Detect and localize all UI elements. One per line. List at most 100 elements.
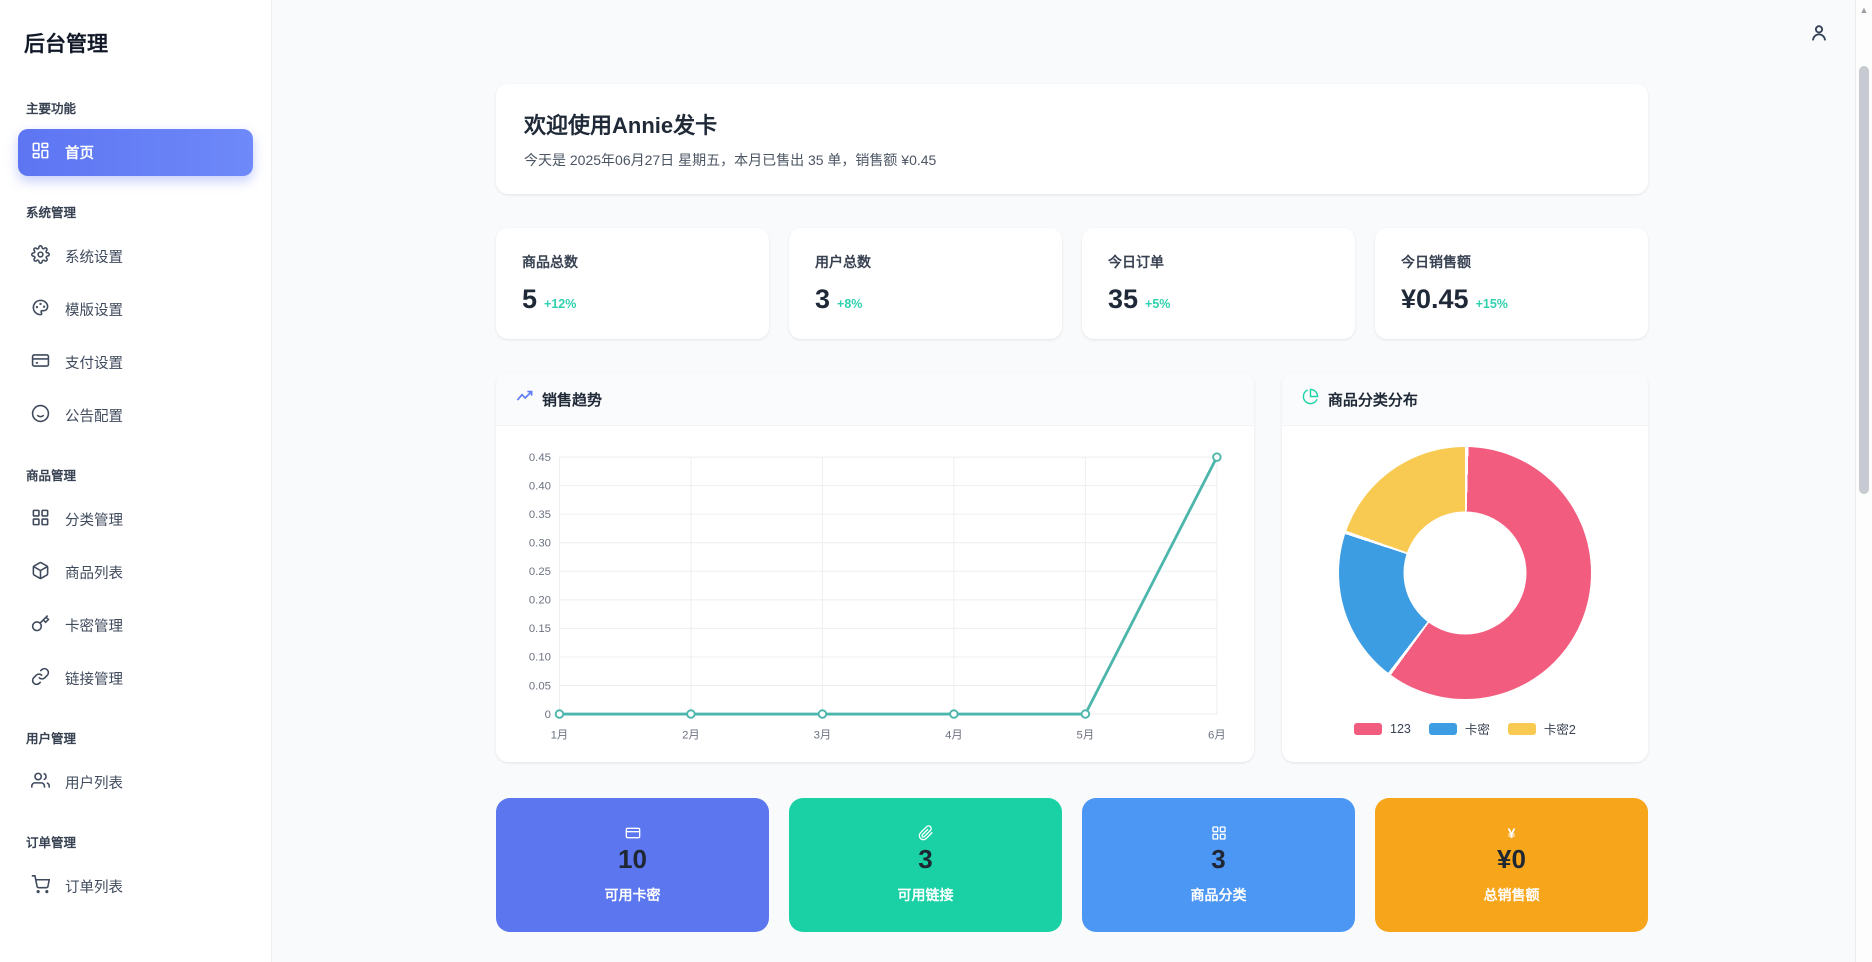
sidebar-item-system-settings[interactable]: 系统设置 [18,233,253,280]
sidebar-item-payment-settings[interactable]: 支付设置 [18,339,253,386]
sidebar-item-label: 系统设置 [65,250,123,266]
stat-card-today-orders: 今日订单 35 +5% [1082,228,1355,339]
svg-text:0.25: 0.25 [529,566,551,578]
stat-label: 用户总数 [815,254,871,270]
legend-swatch [1428,722,1457,735]
svg-text:1月: 1月 [551,730,569,742]
nav-section-label: 主要功能 [26,102,77,116]
key-icon [31,614,50,637]
sidebar-item-user-list[interactable]: 用户列表 [18,759,253,806]
stat-value: ¥0.45 [1401,284,1469,314]
shopping-cart-icon [31,875,51,898]
sidebar-item-label: 公告配置 [65,409,123,425]
svg-text:0.20: 0.20 [529,595,551,607]
nav-section-label: 订单管理 [26,836,77,850]
welcome-title: 欢迎使用Annie发卡 [524,113,718,138]
sales-trend-title: 销售趋势 [542,391,603,409]
sidebar-item-home[interactable]: 首页 [18,129,253,176]
nav-section-label: 商品管理 [26,469,77,483]
quick-stats-row: 10 可用卡密 3 可用链接 3 商品分类 ¥ ¥0 总销售额 [496,797,1648,932]
sales-trend-card: 销售趋势 0 0.05 0.10 0.15 0.20 0.25 0.30 0.35 0.40 0.… [496,373,1254,762]
palette-icon [31,298,50,321]
category-distribution-card: 商品分类分布 123 卡密 卡密2 [1281,373,1648,762]
stat-value: 35 [1108,284,1139,314]
scroll-up-arrow-icon[interactable]: ▲ [1856,5,1872,15]
svg-text:3月: 3月 [814,730,832,742]
quick-value: 3 [918,844,933,875]
nav-section-orders: 订单管理 订单列表 [18,832,253,910]
scrollbar-thumb[interactable] [1859,66,1869,494]
paperclip-icon [918,824,934,842]
gear-icon [31,245,50,268]
sidebar-item-category-management[interactable]: 分类管理 [18,496,253,543]
quick-label: 可用卡密 [604,887,661,904]
users-icon [31,771,50,794]
stat-value: 5 [522,284,538,314]
yen-icon: ¥ [1507,825,1516,842]
stats-row: 商品总数 5 +12% 用户总数 3 +8% 今日订单 35 +5% 今日销售额… [496,228,1648,339]
vertical-scrollbar[interactable]: ▲ [1855,0,1872,962]
quick-card-product-categories[interactable]: 3 商品分类 [1082,797,1355,932]
stat-label: 商品总数 [522,254,578,270]
grid-icon [31,508,50,531]
quick-label: 商品分类 [1190,887,1247,904]
line-chart-svg: 0 0.05 0.10 0.15 0.20 0.25 0.30 0.35 0.40 0.45 1月 2… [529,452,1226,742]
quick-value: 10 [618,844,647,875]
sidebar-item-label: 模版设置 [65,303,123,319]
sales-trend-chart[interactable]: 0 0.05 0.10 0.15 0.20 0.25 0.30 0.35 0.40 0.45 1月 2… [496,426,1254,762]
quick-card-available-keys[interactable]: 10 可用卡密 [496,797,769,932]
sidebar-item-label: 首页 [65,146,94,162]
quick-label: 总销售额 [1483,887,1540,904]
svg-text:4月: 4月 [945,730,963,742]
category-donut-chart[interactable] [1338,447,1591,700]
sidebar-item-link-management[interactable]: 链接管理 [18,655,253,702]
nav-section-system: 系统管理 系统设置 模版设置 支付设置 公告配置 [18,202,253,439]
quick-label: 可用链接 [897,887,954,904]
legend-swatch [1354,722,1383,735]
smiley-icon [31,404,50,427]
svg-text:0.05: 0.05 [529,680,551,692]
sidebar-item-label: 卡密管理 [65,619,123,635]
sidebar-item-product-list[interactable]: 商品列表 [18,549,253,596]
legend-swatch [1507,722,1536,735]
user-avatar-button[interactable] [1808,22,1830,49]
sidebar-item-card-key-management[interactable]: 卡密管理 [18,602,253,649]
stat-change-badge: +12% [544,297,577,311]
stat-change-badge: +5% [1145,297,1171,311]
category-distribution-title: 商品分类分布 [1327,391,1418,409]
svg-text:0: 0 [545,709,551,721]
sidebar-item-label: 用户列表 [65,776,123,792]
welcome-subtitle: 今天是 2025年06月27日 星期五，本月已售出 35 单，销售额 ¥0.45 [524,152,937,168]
svg-text:0.10: 0.10 [529,652,551,664]
stat-change-badge: +8% [837,297,863,311]
sidebar-item-template-settings[interactable]: 模版设置 [18,286,253,333]
app-title: 后台管理 [24,33,108,56]
nav-section-products: 商品管理 分类管理 商品列表 卡密管理 链接管理 [18,465,253,702]
quick-value: ¥0 [1497,844,1526,875]
credit-card-icon [31,351,50,374]
svg-text:6月: 6月 [1208,730,1226,742]
quick-card-total-sales[interactable]: ¥ ¥0 总销售额 [1375,797,1648,932]
trending-up-icon [516,388,533,410]
nav-section-label: 用户管理 [26,732,77,746]
legend-item[interactable]: 123 [1354,722,1411,736]
svg-text:5月: 5月 [1077,730,1095,742]
sidebar-item-label: 链接管理 [65,672,123,688]
quick-card-available-links[interactable]: 3 可用链接 [789,797,1062,932]
stat-card-today-sales: 今日销售额 ¥0.45 +15% [1375,228,1648,339]
sidebar: 后台管理 主要功能 首页 系统管理 系统设置 模版设置 支付设置 公告配置 商品… [0,0,272,962]
user-icon [1808,25,1830,48]
legend-label: 卡密 [1464,723,1490,738]
legend-label: 123 [1390,721,1411,736]
stat-label: 今日销售额 [1401,254,1471,270]
legend-item[interactable]: 卡密 [1428,719,1490,738]
welcome-card: 欢迎使用Annie发卡 今天是 2025年06月27日 星期五，本月已售出 35… [496,84,1648,194]
sidebar-item-announcement-config[interactable]: 公告配置 [18,392,253,439]
credit-card-icon [625,824,641,842]
sidebar-item-label: 订单列表 [65,880,123,896]
nav-section-label: 系统管理 [26,206,77,220]
sidebar-item-order-list[interactable]: 订单列表 [18,863,253,910]
main-content: 欢迎使用Annie发卡 今天是 2025年06月27日 星期五，本月已售出 35… [272,0,1872,962]
grid-icon [1211,824,1227,842]
legend-item[interactable]: 卡密2 [1507,719,1576,738]
